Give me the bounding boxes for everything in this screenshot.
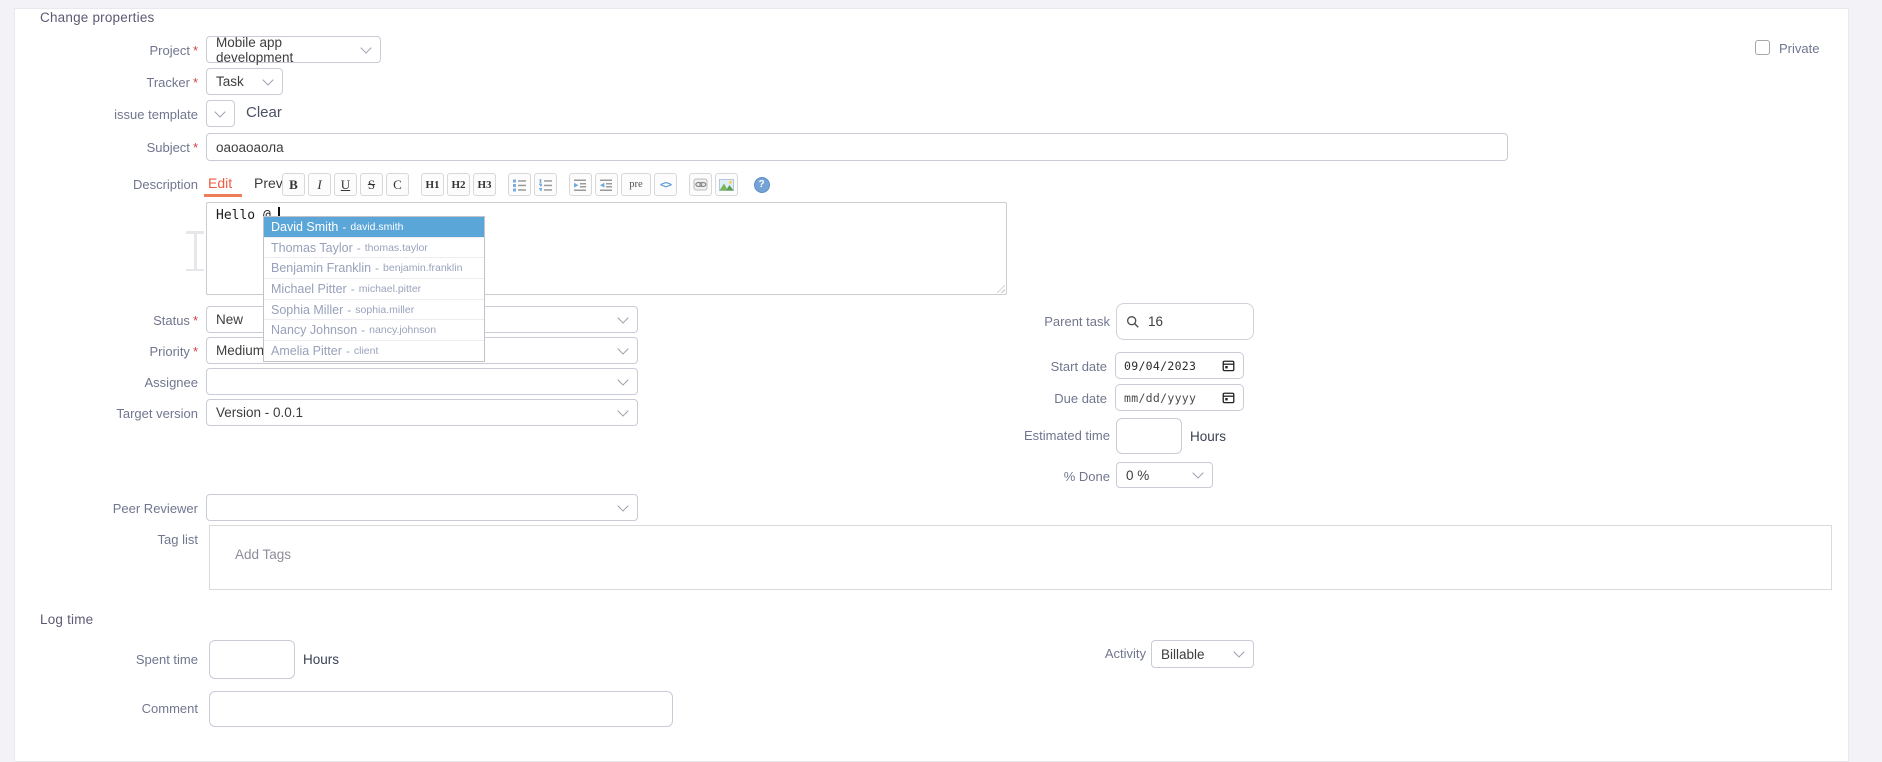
chevron-down-icon	[617, 312, 628, 323]
search-icon	[1126, 315, 1140, 329]
tag-list-input[interactable]: Add Tags	[209, 525, 1832, 590]
assignee-select[interactable]	[206, 368, 638, 395]
project-select[interactable]: Mobile app development	[206, 36, 381, 63]
section-title-log-time: Log time	[40, 612, 93, 627]
spent-time-label: Spent time	[0, 652, 198, 667]
percent-done-label: % Done	[950, 469, 1110, 484]
calendar-icon	[1222, 391, 1235, 404]
outdent-icon	[599, 178, 614, 192]
bold-button[interactable]: B	[282, 173, 305, 196]
help-icon: ?	[754, 177, 770, 193]
mention-item[interactable]: Nancy Johnson-nancy.johnson	[264, 319, 484, 340]
activity-label: Activity	[986, 646, 1146, 661]
heading1-button[interactable]: H1	[421, 173, 444, 196]
chevron-down-icon	[360, 42, 371, 53]
indent-icon	[573, 178, 588, 192]
private-checkbox[interactable]	[1755, 40, 1770, 55]
estimated-time-label: Estimated time	[950, 428, 1110, 443]
estimated-time-input[interactable]	[1116, 418, 1182, 454]
tracker-label: Tracker*	[0, 75, 198, 90]
mention-item[interactable]: Amelia Pitter-client	[264, 340, 484, 361]
chevron-down-icon	[1192, 467, 1203, 478]
mention-item[interactable]: Sophia Miller-sophia.miller	[264, 299, 484, 320]
assignee-label: Assignee	[0, 375, 198, 390]
spent-time-hours-suffix: Hours	[303, 652, 339, 667]
private-label: Private	[1779, 41, 1839, 56]
percent-done-select[interactable]: 0 %	[1116, 462, 1213, 488]
formatting-toolbar: B I U S C H1 H2 H3	[282, 173, 776, 196]
clear-template-link[interactable]: Clear	[246, 104, 282, 121]
estimated-time-hours-suffix: Hours	[1190, 429, 1226, 444]
heading2-button[interactable]: H2	[447, 173, 470, 196]
target-version-select[interactable]: Version - 0.0.1	[206, 399, 638, 426]
issue-template-select[interactable]	[206, 100, 235, 127]
tag-list-placeholder: Add Tags	[235, 547, 291, 562]
comment-input[interactable]	[209, 691, 673, 727]
italic-button[interactable]: I	[308, 173, 331, 196]
tracker-select[interactable]: Task	[206, 68, 283, 95]
chevron-down-icon	[262, 74, 273, 85]
tag-list-label: Tag list	[0, 532, 198, 547]
chevron-down-icon	[617, 374, 628, 385]
mention-item[interactable]: David Smith-david.smith	[264, 217, 484, 237]
unordered-list-icon	[512, 178, 527, 192]
start-date-label: Start date	[950, 359, 1107, 374]
issue-template-label: issue template	[0, 107, 198, 122]
outdent-button[interactable]	[595, 173, 618, 196]
image-button[interactable]	[715, 173, 738, 196]
mention-item[interactable]: Thomas Taylor-thomas.taylor	[264, 237, 484, 258]
inline-code-button[interactable]: C	[386, 173, 409, 196]
code-block-button[interactable]: <>	[654, 173, 677, 196]
ordered-list-button[interactable]	[534, 173, 557, 196]
chevron-down-icon	[617, 343, 628, 354]
unordered-list-button[interactable]	[508, 173, 531, 196]
peer-reviewer-select[interactable]	[206, 494, 638, 521]
project-label: Project*	[0, 43, 198, 58]
mention-item[interactable]: Benjamin Franklin-benjamin.franklin	[264, 257, 484, 278]
active-tab-underline	[204, 194, 242, 197]
subject-label: Subject*	[0, 140, 198, 155]
due-date-label: Due date	[950, 391, 1107, 406]
indent-button[interactable]	[569, 173, 592, 196]
spent-time-input[interactable]	[209, 640, 295, 679]
chevron-down-icon	[617, 405, 628, 416]
parent-task-label: Parent task	[950, 314, 1110, 329]
ordered-list-icon	[538, 178, 553, 192]
link-button[interactable]	[689, 173, 712, 196]
resize-grip[interactable]	[995, 283, 1005, 293]
due-date-input[interactable]: mm/dd/yyyy	[1115, 384, 1244, 411]
status-label: Status*	[0, 313, 198, 328]
priority-label: Priority*	[0, 344, 198, 359]
strikethrough-button[interactable]: S	[360, 173, 383, 196]
calendar-icon	[1222, 359, 1235, 372]
subject-input[interactable]: оаоаоаола	[206, 133, 1508, 161]
mention-item[interactable]: Michael Pitter-michael.pitter	[264, 278, 484, 299]
tab-edit[interactable]: Edit	[208, 175, 232, 191]
chevron-down-icon	[617, 500, 628, 511]
comment-label: Comment	[0, 701, 198, 716]
heading3-button[interactable]: H3	[473, 173, 496, 196]
start-date-input[interactable]: 09/04/2023	[1115, 352, 1244, 379]
chevron-down-icon	[1233, 646, 1244, 657]
preformatted-button[interactable]: pre	[621, 173, 651, 196]
link-icon	[693, 178, 708, 191]
underline-button[interactable]: U	[334, 173, 357, 196]
description-label: Description	[0, 177, 198, 192]
mention-dropdown: David Smith-david.smith Thomas Taylor-th…	[263, 216, 485, 362]
activity-select[interactable]: Billable	[1151, 640, 1254, 668]
peer-reviewer-label: Peer Reviewer	[0, 501, 198, 516]
section-title-change-properties: Change properties	[40, 10, 154, 25]
chevron-down-icon	[214, 106, 225, 117]
mouse-ibeam-cursor	[186, 231, 204, 271]
image-icon	[719, 179, 734, 191]
help-button[interactable]: ?	[750, 173, 773, 196]
target-version-label: Target version	[0, 406, 198, 421]
parent-task-input[interactable]: 16	[1116, 303, 1254, 340]
